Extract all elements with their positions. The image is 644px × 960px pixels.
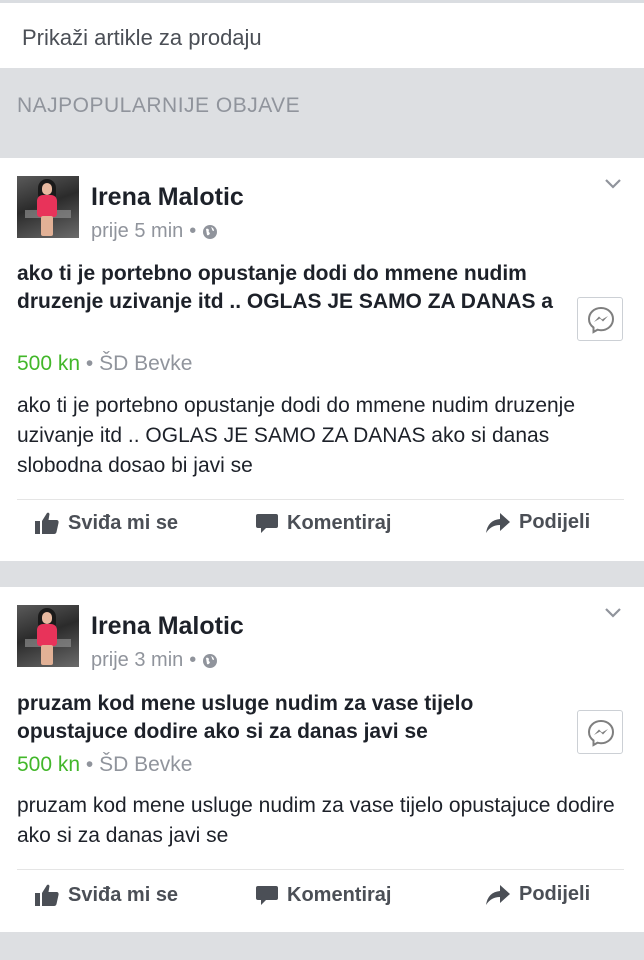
marketplace-bar: Prikaži artikle za prodaju <box>0 0 644 68</box>
share-icon <box>486 884 510 905</box>
location: • ŠD Bevke <box>85 753 193 776</box>
like-button[interactable]: Sviđa mi se <box>34 511 178 535</box>
meta-separator: • <box>189 649 197 671</box>
like-label: Sviđa mi se <box>68 511 179 534</box>
like-label: Sviđa mi se <box>68 883 179 906</box>
messenger-button[interactable] <box>577 297 623 341</box>
section-title: NAJPOPULARNIJE OBJAVE <box>17 94 301 117</box>
share-button[interactable]: Podijeli <box>485 883 590 906</box>
price-row: 500 kn • ŠD Bevke <box>17 352 192 376</box>
like-icon <box>35 512 59 534</box>
comment-button[interactable]: Komentiraj <box>255 883 391 907</box>
feed-separator <box>0 932 644 960</box>
messenger-button[interactable] <box>577 710 623 754</box>
messenger-icon <box>587 719 615 747</box>
post-title: ako ti je portebno opustanje dodi do mme… <box>17 262 553 313</box>
messenger-icon <box>587 306 615 334</box>
globe-icon <box>203 224 218 239</box>
meta-separator: • <box>189 220 197 242</box>
post-body: pruzam kod mene usluge nudim za vase tij… <box>17 794 615 847</box>
chevron-down-icon[interactable] <box>604 178 622 190</box>
author-name[interactable]: Irena Malotic <box>91 183 244 212</box>
share-icon <box>486 512 510 533</box>
like-button[interactable]: Sviđa mi se <box>34 883 178 907</box>
post-time[interactable]: prije 5 min <box>91 220 183 243</box>
action-bar: Sviđa mi se Komentiraj Podijeli <box>0 511 644 551</box>
author-name[interactable]: Irena Malotic <box>91 612 244 641</box>
post-meta: prije 5 min • <box>91 220 218 243</box>
post-card: Irena Malotic prije 3 min • pruzam kod m… <box>0 587 644 932</box>
post-meta: prije 3 min • <box>91 649 218 672</box>
comment-label: Komentiraj <box>287 511 392 534</box>
comment-icon <box>256 886 278 905</box>
post-card: Irena Malotic prije 5 min • ako ti je po… <box>0 158 644 561</box>
action-bar: Sviđa mi se Komentiraj Podijeli <box>0 883 644 923</box>
comment-button[interactable]: Komentiraj <box>255 511 391 535</box>
comment-icon <box>256 514 278 533</box>
chevron-down-icon[interactable] <box>604 607 622 619</box>
share-label: Podijeli <box>519 511 591 533</box>
comment-label: Komentiraj <box>287 883 392 906</box>
avatar[interactable] <box>17 605 79 667</box>
share-label: Podijeli <box>519 883 591 905</box>
price-row: 500 kn • ŠD Bevke <box>17 753 192 777</box>
price: 500 kn <box>17 753 81 776</box>
price: 500 kn <box>17 352 81 375</box>
share-button[interactable]: Podijeli <box>485 511 590 534</box>
avatar[interactable] <box>17 176 79 238</box>
show-items-for-sale-link[interactable]: Prikaži artikle za prodaju <box>22 25 262 51</box>
like-icon <box>35 884 59 906</box>
post-time[interactable]: prije 3 min <box>91 649 183 672</box>
post-body: ako ti je portebno opustanje dodi do mme… <box>17 394 576 477</box>
location: • ŠD Bevke <box>85 352 193 375</box>
globe-icon <box>203 653 218 668</box>
section-header: NAJPOPULARNIJE OBJAVE <box>0 68 644 158</box>
divider <box>17 869 624 870</box>
divider <box>17 499 624 500</box>
feed-separator <box>0 561 644 587</box>
post-title: pruzam kod mene usluge nudim za vase tij… <box>17 692 474 743</box>
